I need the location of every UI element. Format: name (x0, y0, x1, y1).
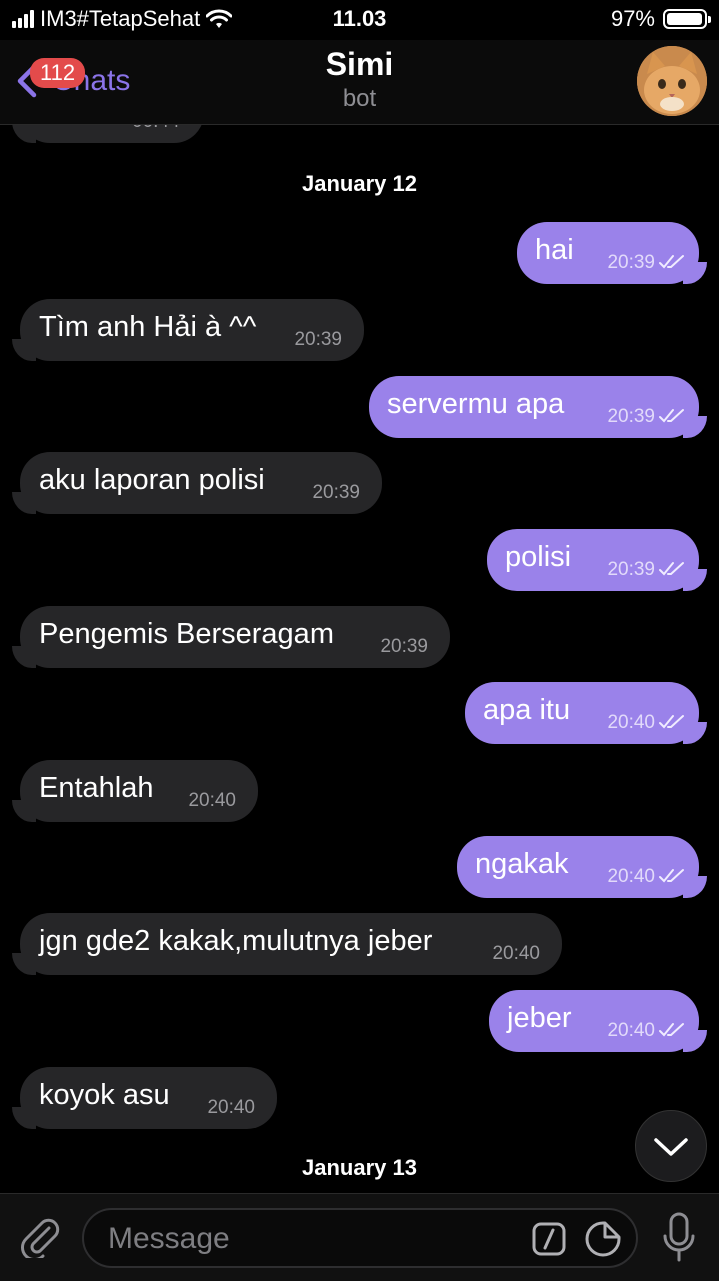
message-field[interactable] (82, 1208, 638, 1268)
battery-percent: 97% (610, 6, 655, 31)
chat-title-area[interactable]: Simi bot (200, 46, 519, 113)
message-text: jeber (507, 1002, 572, 1034)
bubble-tail (12, 953, 36, 975)
message-bubble-incoming[interactable]: koyok asu 20:40 (12, 1067, 277, 1129)
message-time: 20:40 (207, 1097, 255, 1118)
message-bubble-outgoing[interactable]: jeber 20:40 (489, 990, 707, 1052)
read-checkmarks-icon (659, 715, 684, 729)
message-bubble-outgoing[interactable]: ngakak 20:40 (457, 836, 707, 898)
bot-command-icon[interactable] (532, 1222, 566, 1256)
microphone-icon[interactable] (661, 1212, 697, 1264)
message-text: Tìm anh Hải à ^^ (39, 311, 257, 343)
bubble-tail (683, 416, 707, 438)
read-checkmarks-icon (659, 869, 684, 883)
bubble-tail (12, 800, 36, 822)
chat-subtitle: bot (342, 85, 377, 112)
scroll-to-bottom-button[interactable] (635, 1110, 707, 1182)
paperclip-icon[interactable] (18, 1214, 62, 1258)
message-time: 00:44 (132, 125, 180, 133)
message-bubble-outgoing[interactable]: servermu apa 20:39 (369, 376, 707, 438)
avatar[interactable] (637, 46, 707, 116)
bubble-tail (12, 646, 36, 668)
bubble-tail (683, 876, 707, 898)
message-text: apa itu (483, 694, 571, 726)
message-input-bar (0, 1193, 719, 1281)
message-bubble-incoming[interactable]: Tìm anh Hải à ^^ 20:39 (12, 299, 364, 361)
message-time: 20:40 (607, 866, 655, 887)
message-text: hai (535, 234, 574, 266)
message-time: 20:40 (492, 943, 540, 964)
message-bubble-incoming[interactable]: Pengemis Berseragam 20:39 (12, 606, 450, 668)
sticker-icon[interactable] (584, 1220, 622, 1258)
battery-icon (663, 9, 711, 29)
message-time: 20:39 (607, 406, 655, 427)
bubble-tail (683, 262, 707, 284)
chat-title: Simi (325, 46, 394, 82)
back-button[interactable]: Chats 112 (12, 56, 152, 106)
message-input[interactable] (106, 1218, 510, 1260)
cat-avatar-image (637, 46, 707, 116)
read-checkmarks-icon (659, 1023, 684, 1037)
message-text: jgn gde2 kakak,mulutnya jeber (39, 925, 433, 957)
battery-fill (667, 13, 702, 25)
message-bubble-incoming[interactable]: Entahlah 20:40 (12, 760, 258, 822)
status-bar: IM3#TetapSehat 11.03 97% (0, 0, 719, 40)
bubble-tail (683, 1030, 707, 1052)
message-text: ngakak (475, 848, 569, 880)
bubble-tail (683, 569, 707, 591)
read-checkmarks-icon (659, 409, 684, 423)
date-separator: January 13 (302, 1155, 417, 1180)
message-text: polisi (505, 541, 572, 573)
message-time: 20:39 (312, 482, 360, 503)
bubble-tail (12, 339, 36, 361)
message-time: 20:39 (607, 252, 655, 273)
date-separator: January 12 (302, 171, 417, 196)
bubble-tail (12, 125, 36, 143)
chat-area[interactable]: 00:44 January 12 hai 20:39 Tìm anh Hải à… (0, 125, 719, 1193)
message-text: koyok asu (39, 1079, 170, 1111)
message-bubble-outgoing[interactable]: polisi 20:39 (487, 529, 707, 591)
message-text: servermu apa (387, 388, 565, 420)
bubble-tail (12, 1107, 36, 1129)
message-time: 20:40 (607, 1020, 655, 1041)
message-text: Entahlah (39, 772, 154, 804)
message-time: 20:39 (294, 329, 342, 350)
message-time: 20:40 (607, 712, 655, 733)
message-bubble-outgoing[interactable]: hai 20:39 (517, 222, 707, 284)
message-bubble-outgoing[interactable]: apa itu 20:40 (465, 682, 707, 744)
unread-badge: 112 (30, 58, 86, 88)
message-time: 20:39 (607, 559, 655, 580)
message-bubble-incoming[interactable]: aku laporan polisi 20:39 (12, 452, 382, 514)
read-checkmarks-icon (659, 562, 684, 576)
message-text: Pengemis Berseragam (39, 618, 334, 650)
read-checkmarks-icon (659, 255, 684, 269)
message-time: 20:40 (188, 790, 236, 811)
chevron-down-icon (654, 1138, 688, 1156)
message-text: aku laporan polisi (39, 464, 265, 496)
message-time: 20:39 (380, 636, 428, 657)
bubble-tail (12, 492, 36, 514)
status-right: 97% (610, 6, 711, 32)
bubble-tail (683, 722, 707, 744)
message-bubble-incoming[interactable]: jgn gde2 kakak,mulutnya jeber 20:40 (12, 913, 562, 975)
message-bubble-partial: 00:44 (12, 125, 204, 143)
chat-header: Chats 112 Simi bot (0, 40, 719, 125)
